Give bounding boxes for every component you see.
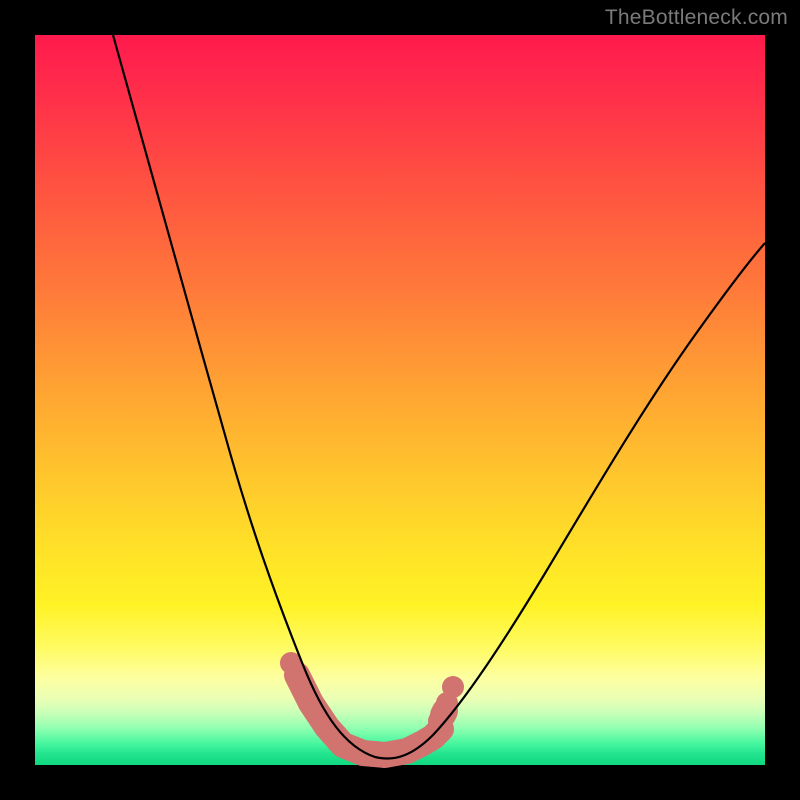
plot-area	[35, 35, 765, 765]
curve-svg	[35, 35, 765, 765]
bottleneck-curve	[113, 35, 765, 759]
chart-frame: TheBottleneck.com	[0, 0, 800, 800]
marker-dot	[442, 676, 464, 698]
watermark-text: TheBottleneck.com	[605, 6, 788, 30]
